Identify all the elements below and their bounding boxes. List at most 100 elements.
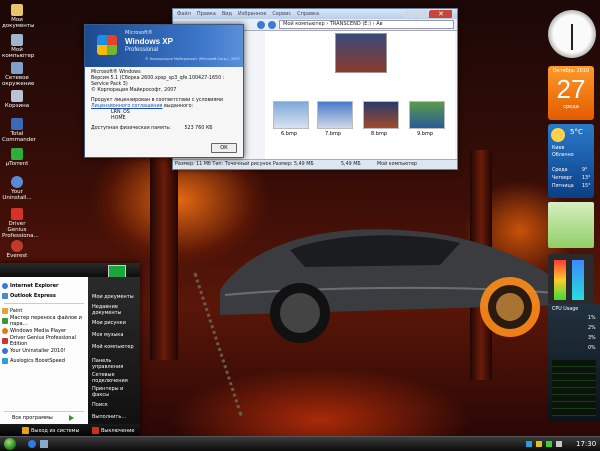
status-location: Мой компьютер bbox=[377, 162, 417, 167]
start-item-outlook-express[interactable]: Outlook Express bbox=[2, 291, 56, 300]
cpu-row-2: 2% bbox=[588, 326, 596, 331]
menu-view[interactable]: Вид bbox=[222, 11, 232, 17]
license-link[interactable]: Лицензионного соглашения bbox=[91, 104, 162, 109]
start-place-my-pictures[interactable]: Мои рисунки bbox=[92, 320, 126, 327]
memory-label: Доступная физическая память: bbox=[91, 126, 171, 131]
about-copyright-head: © Корпорация Майкрософт (Microsoft Corp.… bbox=[145, 57, 240, 61]
desktop-icon-label: Корзина bbox=[4, 103, 30, 109]
thumbnail-label: 8.bmp bbox=[371, 131, 387, 137]
start-place-my-computer[interactable]: Мой компьютер bbox=[92, 344, 134, 351]
thumbnail-label: 6.bmp bbox=[281, 131, 297, 137]
quicklaunch-desktop-icon[interactable] bbox=[40, 440, 48, 448]
boostspeed-icon bbox=[2, 357, 8, 364]
calendar-gadget[interactable]: Октябрь 2010 27 среда bbox=[548, 66, 594, 120]
calendar-day: 27 bbox=[556, 74, 586, 104]
tray-icon[interactable] bbox=[556, 441, 562, 447]
start-menu-divider bbox=[4, 411, 84, 412]
menu-favorites[interactable]: Избранное bbox=[238, 11, 266, 17]
back-icon[interactable] bbox=[257, 20, 265, 29]
calendar-weekday: среда bbox=[563, 104, 579, 110]
start-item-internet-explorer[interactable]: Internet Explorer bbox=[2, 281, 58, 290]
start-item-transfer-wizard[interactable]: Мастер переноса файлов и пара... bbox=[2, 315, 88, 327]
menu-tools[interactable]: Сервис bbox=[272, 11, 291, 17]
start-place-run[interactable]: Выполнить... bbox=[92, 414, 126, 421]
menu-help[interactable]: Справка bbox=[297, 11, 319, 17]
clock-hand-minute bbox=[571, 34, 573, 50]
tray-icon[interactable] bbox=[546, 441, 552, 447]
notes-gadget[interactable] bbox=[548, 202, 594, 248]
folder-icon bbox=[11, 4, 23, 16]
about-windows-dialog[interactable]: Microsoft® Windows XP Professional © Кор… bbox=[84, 24, 244, 158]
menu-edit[interactable]: Правка bbox=[197, 11, 216, 17]
desktop-icon-network[interactable]: Сетевое окружение bbox=[2, 62, 34, 87]
desktop-icon-total-commander[interactable]: Total Commander bbox=[2, 118, 36, 143]
media-player-icon bbox=[2, 327, 8, 334]
all-programs-button[interactable]: Все программы bbox=[12, 413, 74, 422]
total-commander-icon bbox=[11, 118, 23, 130]
thumbnail-6[interactable] bbox=[273, 101, 309, 129]
ok-button[interactable]: ОК bbox=[211, 143, 237, 153]
start-menu-divider bbox=[4, 303, 84, 304]
thumbnail-label: 7.bmp bbox=[325, 131, 341, 137]
thumbnail-7[interactable] bbox=[317, 101, 353, 129]
start-item-your-uninstaller[interactable]: Your Uninstaller 2010! bbox=[2, 346, 66, 355]
forward-icon[interactable] bbox=[268, 20, 276, 29]
desktop-icon-driver-genius[interactable]: Driver Genius Professiona... bbox=[2, 208, 39, 239]
weather-day-1: Среда bbox=[552, 168, 568, 173]
taskbar: 17:30 bbox=[0, 436, 600, 451]
internet-explorer-icon bbox=[2, 282, 8, 289]
start-button[interactable] bbox=[4, 438, 16, 450]
cpu-usage-gadget[interactable]: CPU Usage 1% 2% 3% 0% bbox=[548, 304, 600, 422]
weather-city: Киев bbox=[552, 146, 565, 151]
close-button[interactable]: ✕ bbox=[430, 10, 452, 18]
logoff-button[interactable]: Выход из системы bbox=[22, 427, 79, 434]
tray-icon[interactable] bbox=[536, 441, 542, 447]
start-item-boostspeed[interactable]: Auslogics BoostSpeed bbox=[2, 356, 65, 365]
weather-high-3: 15° bbox=[582, 184, 591, 189]
meter-gadget[interactable] bbox=[548, 254, 594, 304]
tray-icon[interactable] bbox=[526, 441, 532, 447]
start-menu-header bbox=[0, 263, 140, 283]
start-place-my-documents[interactable]: Мои документы bbox=[92, 294, 134, 301]
arrow-right-icon bbox=[68, 414, 74, 421]
start-item-label: Auslogics BoostSpeed bbox=[10, 357, 65, 364]
cpu-row-1: 1% bbox=[588, 316, 596, 321]
menu-file[interactable]: Файл bbox=[177, 11, 191, 17]
weather-gadget[interactable]: 5°C Киев Облачно Среда 9° Четверг 13° Пя… bbox=[548, 124, 594, 198]
desktop-icon-everest[interactable]: Everest bbox=[2, 240, 32, 259]
status-size: 5,49 МБ bbox=[341, 162, 361, 167]
shutdown-button[interactable]: Выключение bbox=[92, 427, 134, 434]
desktop-icon-label: Мой компьютер bbox=[2, 47, 35, 59]
maximize-button[interactable] bbox=[417, 10, 427, 18]
thumbnail-9[interactable] bbox=[409, 101, 445, 129]
preview-image[interactable] bbox=[335, 33, 387, 73]
quicklaunch-ie-icon[interactable] bbox=[28, 440, 36, 448]
start-place-recent-documents[interactable]: Недавние документы bbox=[92, 304, 132, 316]
about-logo: Windows XP bbox=[125, 37, 173, 46]
taskbar-clock[interactable]: 17:30 bbox=[576, 440, 596, 448]
windows-flag-icon bbox=[97, 35, 117, 55]
start-item-label: Driver Genius Professional Edition bbox=[10, 334, 76, 347]
start-menu[interactable]: Internet Explorer Outlook Express Paint … bbox=[0, 263, 140, 438]
desktop-icon-utorrent[interactable]: µTorrent bbox=[2, 148, 32, 167]
about-banner: Microsoft® Windows XP Professional © Кор… bbox=[85, 25, 243, 67]
minimize-button[interactable] bbox=[405, 10, 415, 18]
start-place-search[interactable]: Поиск bbox=[92, 402, 108, 409]
status-details: Размер: 11 Мб Тип: Точечный рисунок Разм… bbox=[175, 162, 314, 167]
desktop-icon-my-computer[interactable]: Мой компьютер bbox=[2, 34, 35, 59]
desktop-icon-label: Мои документы bbox=[2, 17, 35, 29]
start-item-driver-genius[interactable]: Driver Genius Professional Edition bbox=[2, 334, 88, 347]
start-place-control-panel[interactable]: Панель управления bbox=[92, 358, 130, 370]
about-text: Microsoft® Windows Версия 5.1 (Сборка 26… bbox=[85, 67, 243, 135]
cpu-row-4: 0% bbox=[588, 346, 596, 351]
desktop-icon-your-uninstaller[interactable]: Your Uninstall... bbox=[2, 176, 32, 201]
clock-gadget[interactable] bbox=[548, 10, 596, 58]
start-place-network-connections[interactable]: Сетевые подключения bbox=[92, 372, 136, 384]
desktop-icon-recycle-bin[interactable]: Корзина bbox=[2, 90, 32, 109]
start-place-printers[interactable]: Принтеры и факсы bbox=[92, 386, 132, 398]
address-input[interactable]: Мой компьютер › TRANSCEND (E:) › Ав bbox=[279, 20, 454, 29]
close-icon: ✕ bbox=[438, 10, 444, 18]
start-place-my-music[interactable]: Моя музыка bbox=[92, 332, 123, 339]
desktop-icon-my-documents[interactable]: Мои документы bbox=[2, 4, 35, 29]
thumbnail-8[interactable] bbox=[363, 101, 399, 129]
